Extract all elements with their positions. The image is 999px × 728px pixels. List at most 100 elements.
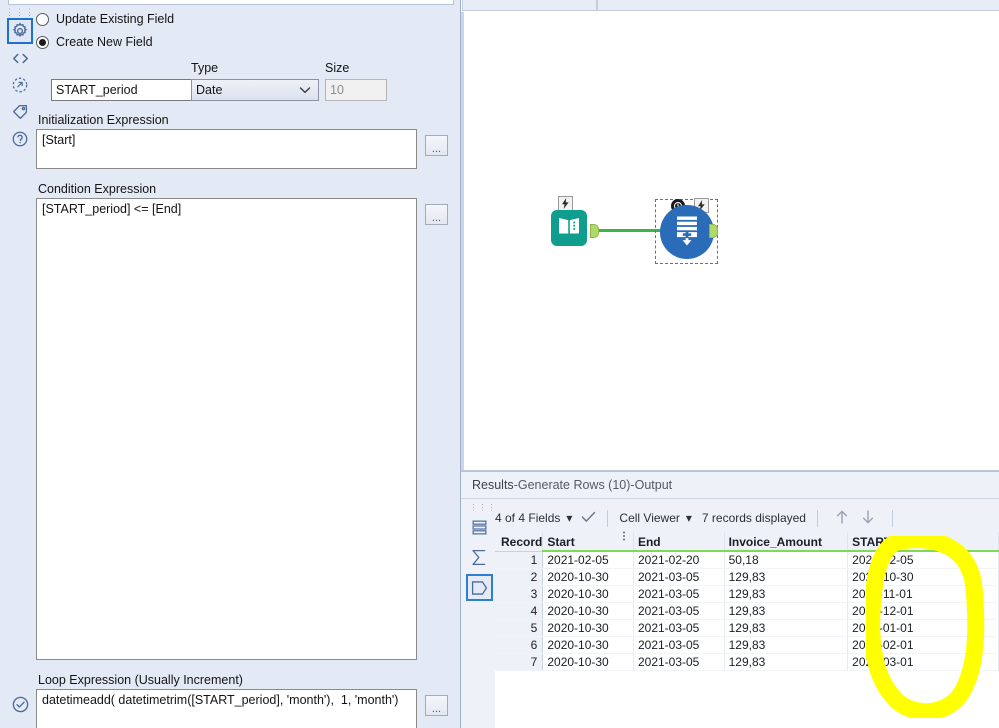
loop-expression-builder-button[interactable]: ...	[425, 695, 448, 716]
arrow-down-icon[interactable]	[861, 509, 875, 528]
cell-start-period[interactable]: 2021-03-01	[847, 653, 999, 671]
cell-record[interactable]: 2	[495, 568, 544, 586]
cell-end[interactable]: 2021-03-05	[633, 619, 725, 637]
generate-rows-output-anchor[interactable]	[709, 224, 718, 238]
column-header-record[interactable]: Record	[495, 532, 544, 552]
table-row[interactable]: 4 2020-10-30 2021-03-05 129,83 2020-12-01	[495, 602, 999, 620]
cell-start[interactable]: 2020-10-30	[542, 568, 634, 586]
cell-end[interactable]: 2021-03-05	[633, 568, 725, 586]
rail-drag-grip[interactable]: ⋮⋮⋮	[5, 8, 34, 17]
cell-start[interactable]: 2020-10-30	[542, 636, 634, 654]
cell-start-period[interactable]: 2021-02-01	[847, 636, 999, 654]
cell-invoice-amount[interactable]: 129,83	[724, 653, 849, 671]
cell-invoice-amount[interactable]: 129,83	[724, 602, 849, 620]
fields-selector[interactable]: 4 of 4 Fields ▾	[495, 511, 572, 525]
chevron-down-icon: ▾	[566, 511, 573, 525]
results-data-grid[interactable]: Record Start ⋮ End Invoice_Amount START_…	[495, 532, 999, 728]
help-icon[interactable]	[7, 126, 33, 152]
table-body: 1 2021-02-05 2021-02-20 50,18 2021-02-05 2 202…	[495, 551, 999, 671]
code-icon[interactable]	[7, 45, 33, 71]
cell-invoice-amount[interactable]: 50,18	[724, 551, 849, 569]
pentagon-icon[interactable]	[466, 574, 493, 601]
generate-rows-node[interactable]	[660, 205, 714, 259]
cell-end[interactable]: 2021-03-05	[633, 653, 725, 671]
cell-start[interactable]: 2020-10-30	[542, 653, 634, 671]
tag-icon[interactable]	[7, 99, 33, 125]
column-header-invoice-amount[interactable]: Invoice_Amount	[724, 532, 849, 552]
results-rail-grip[interactable]: ⋮⋮⋮⋮⋮	[470, 504, 514, 512]
radio-update-existing-field[interactable]: Update Existing Field	[36, 8, 448, 30]
radio-mark-create-new[interactable]	[36, 35, 49, 49]
results-icon-rail: ⋮⋮⋮⋮⋮	[464, 504, 514, 724]
cell-invoice-amount[interactable]: 129,83	[724, 568, 849, 586]
column-header-start[interactable]: Start ⋮	[542, 532, 634, 552]
cell-start-period[interactable]: 2020-11-01	[847, 585, 999, 603]
gear-icon[interactable]	[7, 18, 33, 44]
cell-start-period[interactable]: 2020-12-01	[847, 602, 999, 620]
table-header-row: Record Start ⋮ End Invoice_Amount START_…	[495, 532, 999, 552]
table-row[interactable]: 3 2020-10-30 2021-03-05 129,83 2020-11-01	[495, 585, 999, 603]
condition-expression-input[interactable]	[36, 198, 417, 660]
size-input[interactable]	[325, 79, 387, 101]
generate-rows-icon	[672, 215, 702, 250]
cell-record[interactable]: 7	[495, 653, 544, 671]
arrow-up-icon[interactable]	[835, 509, 849, 528]
results-title-prefix: Results	[472, 478, 514, 492]
table-row[interactable]: 2 2020-10-30 2021-03-05 129,83 2020-10-30	[495, 568, 999, 586]
radio-create-new-field[interactable]: Create New Field	[36, 31, 448, 53]
apply-check-icon[interactable]	[581, 511, 596, 526]
cell-end[interactable]: 2021-03-05	[633, 602, 725, 620]
cell-record[interactable]: 6	[495, 636, 544, 654]
radio-mark-update-existing[interactable]	[36, 12, 49, 26]
toolbar-separator-1	[607, 509, 609, 527]
cell-end[interactable]: 2021-03-05	[633, 636, 725, 654]
results-panel: Results - Generate Rows (10) - Output ⋮⋮…	[461, 470, 999, 728]
sigma-icon[interactable]	[466, 544, 493, 571]
cell-invoice-amount[interactable]: 129,83	[724, 636, 849, 654]
cell-viewer-selector[interactable]: Cell Viewer ▾	[619, 511, 692, 525]
tabstrip-segment-1[interactable]	[462, 0, 597, 11]
cell-record[interactable]: 1	[495, 551, 544, 569]
tabstrip-segment-2[interactable]	[597, 0, 999, 11]
cell-invoice-amount[interactable]: 129,83	[724, 619, 849, 637]
cell-start-period[interactable]: 2021-01-01	[847, 619, 999, 637]
condition-expression-builder-button[interactable]: ...	[425, 204, 448, 225]
column-header-start-period[interactable]: START_period	[847, 532, 999, 552]
cell-end[interactable]: 2021-02-20	[633, 551, 725, 569]
cell-start[interactable]: 2021-02-05	[542, 551, 634, 569]
text-input-node[interactable]	[551, 210, 587, 246]
table-row[interactable]: 6 2020-10-30 2021-03-05 129,83 2021-02-01	[495, 636, 999, 654]
table-row[interactable]: 7 2020-10-30 2021-03-05 129,83 2021-03-01	[495, 653, 999, 671]
cell-record[interactable]: 4	[495, 602, 544, 620]
cell-start[interactable]: 2020-10-30	[542, 602, 634, 620]
column-menu-icon[interactable]: ⋮	[619, 532, 629, 542]
cell-record[interactable]: 3	[495, 585, 544, 603]
book-icon	[557, 216, 581, 241]
config-panel-top-edge	[8, 0, 454, 5]
check-circle-icon[interactable]	[6, 690, 34, 718]
table-row[interactable]: 5 2020-10-30 2021-03-05 129,83 2021-01-01	[495, 619, 999, 637]
text-input-output-anchor[interactable]	[590, 224, 599, 238]
type-label: Type	[191, 61, 219, 75]
configuration-panel: ⋮⋮⋮ Update Existing Field Create New Fie…	[0, 0, 461, 728]
initialization-expression-input[interactable]	[36, 129, 417, 169]
workflow-canvas[interactable]	[461, 0, 999, 470]
config-icon-rail: ⋮⋮⋮	[5, 6, 34, 706]
table-rows-icon[interactable]	[466, 514, 493, 541]
chevron-down-icon	[299, 83, 311, 97]
cell-start[interactable]: 2020-10-30	[542, 619, 634, 637]
field-row-inputs: Date	[36, 79, 448, 103]
cell-invoice-amount[interactable]: 129,83	[724, 585, 849, 603]
cell-record[interactable]: 5	[495, 619, 544, 637]
arrow-circle-icon[interactable]	[7, 72, 33, 98]
field-name-input[interactable]	[51, 79, 198, 101]
cell-start[interactable]: 2020-10-30	[542, 585, 634, 603]
cell-start-period[interactable]: 2021-02-05	[847, 551, 999, 569]
initialization-expression-builder-button[interactable]: ...	[425, 135, 448, 156]
column-header-end[interactable]: End	[633, 532, 725, 552]
cell-start-period[interactable]: 2020-10-30	[847, 568, 999, 586]
loop-expression-input[interactable]	[36, 689, 417, 728]
type-dropdown[interactable]: Date	[191, 79, 319, 101]
table-row[interactable]: 1 2021-02-05 2021-02-20 50,18 2021-02-05	[495, 551, 999, 569]
cell-end[interactable]: 2021-03-05	[633, 585, 725, 603]
